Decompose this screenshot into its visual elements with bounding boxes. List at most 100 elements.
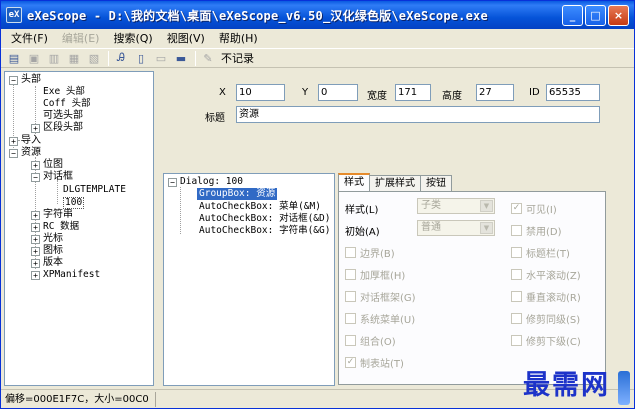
caption-field[interactable]: 资源: [236, 106, 600, 123]
tab-ext-style[interactable]: 扩展样式: [369, 175, 421, 191]
tree-node-string[interactable]: 字符串: [43, 209, 73, 221]
minimize-button[interactable]: _: [562, 5, 583, 26]
tree-node-version[interactable]: 版本: [43, 257, 63, 269]
dialog-controls-tree[interactable]: − Dialog: 100 GroupBox: 资源 AutoCheckBox:…: [163, 173, 335, 386]
vscroll-checkbox[interactable]: 垂直滚动(R): [511, 289, 581, 304]
tab-style[interactable]: 样式: [338, 173, 370, 191]
dialog-root-node[interactable]: Dialog: 100: [180, 176, 243, 188]
control-node-menu[interactable]: AutoCheckBox: 菜单(&M): [199, 201, 321, 213]
tree-node-icon[interactable]: 图标: [43, 245, 63, 257]
tree-node-xpmanifest[interactable]: XPManifest: [43, 269, 100, 281]
height-field[interactable]: 27: [476, 84, 514, 101]
tree-node-coff-header[interactable]: Coff 头部: [43, 98, 91, 110]
sysmenu-checkbox[interactable]: 系统菜单(U): [345, 311, 415, 326]
tab-button[interactable]: 按钮: [420, 175, 452, 191]
y-field[interactable]: 0: [318, 84, 358, 101]
menu-help[interactable]: 帮助(H): [212, 30, 265, 46]
checkbox-square: [345, 269, 356, 280]
clipchildren-checkbox[interactable]: 修剪下级(C): [511, 333, 581, 348]
expand-icon[interactable]: +: [31, 271, 40, 280]
check-icon: ✓: [345, 357, 356, 368]
id-field[interactable]: 65535: [546, 84, 600, 101]
dlgframe-checkbox-label: 对话框架(G): [360, 293, 416, 304]
tree-node-dlg-100[interactable]: 100: [63, 197, 85, 209]
chevron-down-icon[interactable]: ▼: [480, 222, 493, 234]
dialog-edit-icon[interactable]: ▬: [172, 50, 190, 66]
tree-node-optional-header[interactable]: 可选头部: [43, 110, 83, 122]
close-button[interactable]: ×: [608, 5, 629, 26]
control-node-groupbox[interactable]: GroupBox: 资源: [197, 188, 278, 200]
tree-node-header[interactable]: 头部: [21, 74, 41, 86]
control-node-string[interactable]: AutoCheckBox: 字符串(&G): [199, 225, 330, 237]
control-node-dialog[interactable]: AutoCheckBox: 对话框(&D): [199, 213, 330, 225]
toolbar: ▤ ▣ ▥ ▦ ▧ Ꭿ ▯ ▭ ▬ ✎ 不记录: [1, 48, 634, 68]
resource-tree[interactable]: − 头部 Exe 头部 Coff 头部 可选头部 + 区段头部 + 导入 − 资…: [4, 71, 154, 386]
tabstop-checkbox[interactable]: ✓ 制表站(T): [345, 355, 404, 370]
norecord-label[interactable]: 不记录: [221, 50, 254, 66]
init-select[interactable]: 普通 ▼: [417, 220, 495, 236]
collapse-icon[interactable]: −: [168, 178, 177, 187]
dlgframe-checkbox[interactable]: 对话框架(G): [345, 289, 416, 304]
tree-node-dlgtemplate[interactable]: DLGTEMPLATE: [63, 184, 126, 196]
open-icon[interactable]: ▤: [5, 50, 23, 66]
record-icon[interactable]: ✎: [199, 50, 217, 66]
maximize-button[interactable]: □: [585, 5, 606, 26]
style-select[interactable]: 子类 ▼: [417, 198, 495, 214]
expand-icon[interactable]: +: [31, 211, 40, 220]
hscroll-checkbox[interactable]: 水平滚动(Z): [511, 267, 581, 282]
width-field[interactable]: 171: [395, 84, 431, 101]
font-icon[interactable]: Ꭿ: [112, 50, 130, 66]
style-tab-panel: 样式(L) 子类 ▼ 初始(A) 普通 ▼ ✓ 可见(I) 禁用(D) 边界(B)…: [338, 191, 606, 385]
expand-icon[interactable]: +: [31, 235, 40, 244]
tree-node-section-header[interactable]: 区段头部: [43, 122, 83, 134]
checkbox-square: [511, 225, 522, 236]
expand-icon[interactable]: +: [9, 137, 18, 146]
thickframe-checkbox[interactable]: 加厚框(H): [345, 267, 405, 282]
expand-icon[interactable]: +: [31, 259, 40, 268]
dialog-view-icon[interactable]: ▭: [152, 50, 170, 66]
expand-icon[interactable]: +: [31, 247, 40, 256]
visible-checkbox[interactable]: ✓ 可见(I): [511, 201, 557, 216]
checkbox-square: [511, 247, 522, 258]
hex-view-icon[interactable]: ▯: [132, 50, 150, 66]
border-checkbox[interactable]: 边界(B): [345, 245, 395, 260]
menu-file[interactable]: 文件(F): [4, 30, 55, 46]
x-label: X: [219, 87, 226, 98]
titlebar-checkbox-label: 标题栏(T): [526, 249, 570, 260]
xp-icon[interactable]: ▧: [85, 50, 103, 66]
save-icon[interactable]: ▣: [25, 50, 43, 66]
toolbar-separator: [108, 50, 109, 66]
init-label: 初始(A): [345, 227, 380, 238]
menu-view[interactable]: 视图(V): [160, 30, 212, 46]
tree-node-rc-data[interactable]: RC 数据: [43, 221, 79, 233]
menu-edit[interactable]: 编辑(E): [55, 30, 107, 46]
tree-node-exe-header[interactable]: Exe 头部: [43, 86, 85, 98]
group-checkbox[interactable]: 组合(O): [345, 333, 396, 348]
tree-node-resource[interactable]: 资源: [21, 147, 41, 159]
main-window: eX eXeScope - D:\我的文档\桌面\eXeScope_v6.50_…: [0, 0, 635, 409]
x-field[interactable]: 10: [236, 84, 285, 101]
collapse-icon[interactable]: −: [9, 149, 18, 158]
tree-node-cursor[interactable]: 光标: [43, 233, 63, 245]
import-icon[interactable]: ▦: [65, 50, 83, 66]
disabled-checkbox[interactable]: 禁用(D): [511, 223, 562, 238]
collapse-icon[interactable]: −: [9, 76, 18, 85]
expand-icon[interactable]: +: [31, 223, 40, 232]
expand-icon[interactable]: +: [31, 124, 40, 133]
chevron-down-icon[interactable]: ▼: [480, 200, 493, 212]
tree-node-dialog[interactable]: 对话框: [43, 171, 73, 183]
titlebar-checkbox[interactable]: 标题栏(T): [511, 245, 570, 260]
collapse-icon[interactable]: −: [31, 173, 40, 182]
tree-node-bitmap[interactable]: 位图: [43, 159, 63, 171]
menu-search[interactable]: 搜索(Q): [106, 30, 159, 46]
clipsiblings-checkbox-label: 修剪同级(S): [526, 315, 581, 326]
disabled-checkbox-label: 禁用(D): [526, 227, 562, 238]
toolbar-separator: [195, 50, 196, 66]
tree-line: [57, 180, 58, 204]
title-bar[interactable]: eX eXeScope - D:\我的文档\桌面\eXeScope_v6.50_…: [1, 1, 634, 29]
expand-icon[interactable]: +: [31, 161, 40, 170]
clipsiblings-checkbox[interactable]: 修剪同级(S): [511, 311, 580, 326]
visible-checkbox-label: 可见(I): [526, 205, 557, 216]
tree-node-import[interactable]: 导入: [21, 135, 41, 147]
export-icon[interactable]: ▥: [45, 50, 63, 66]
